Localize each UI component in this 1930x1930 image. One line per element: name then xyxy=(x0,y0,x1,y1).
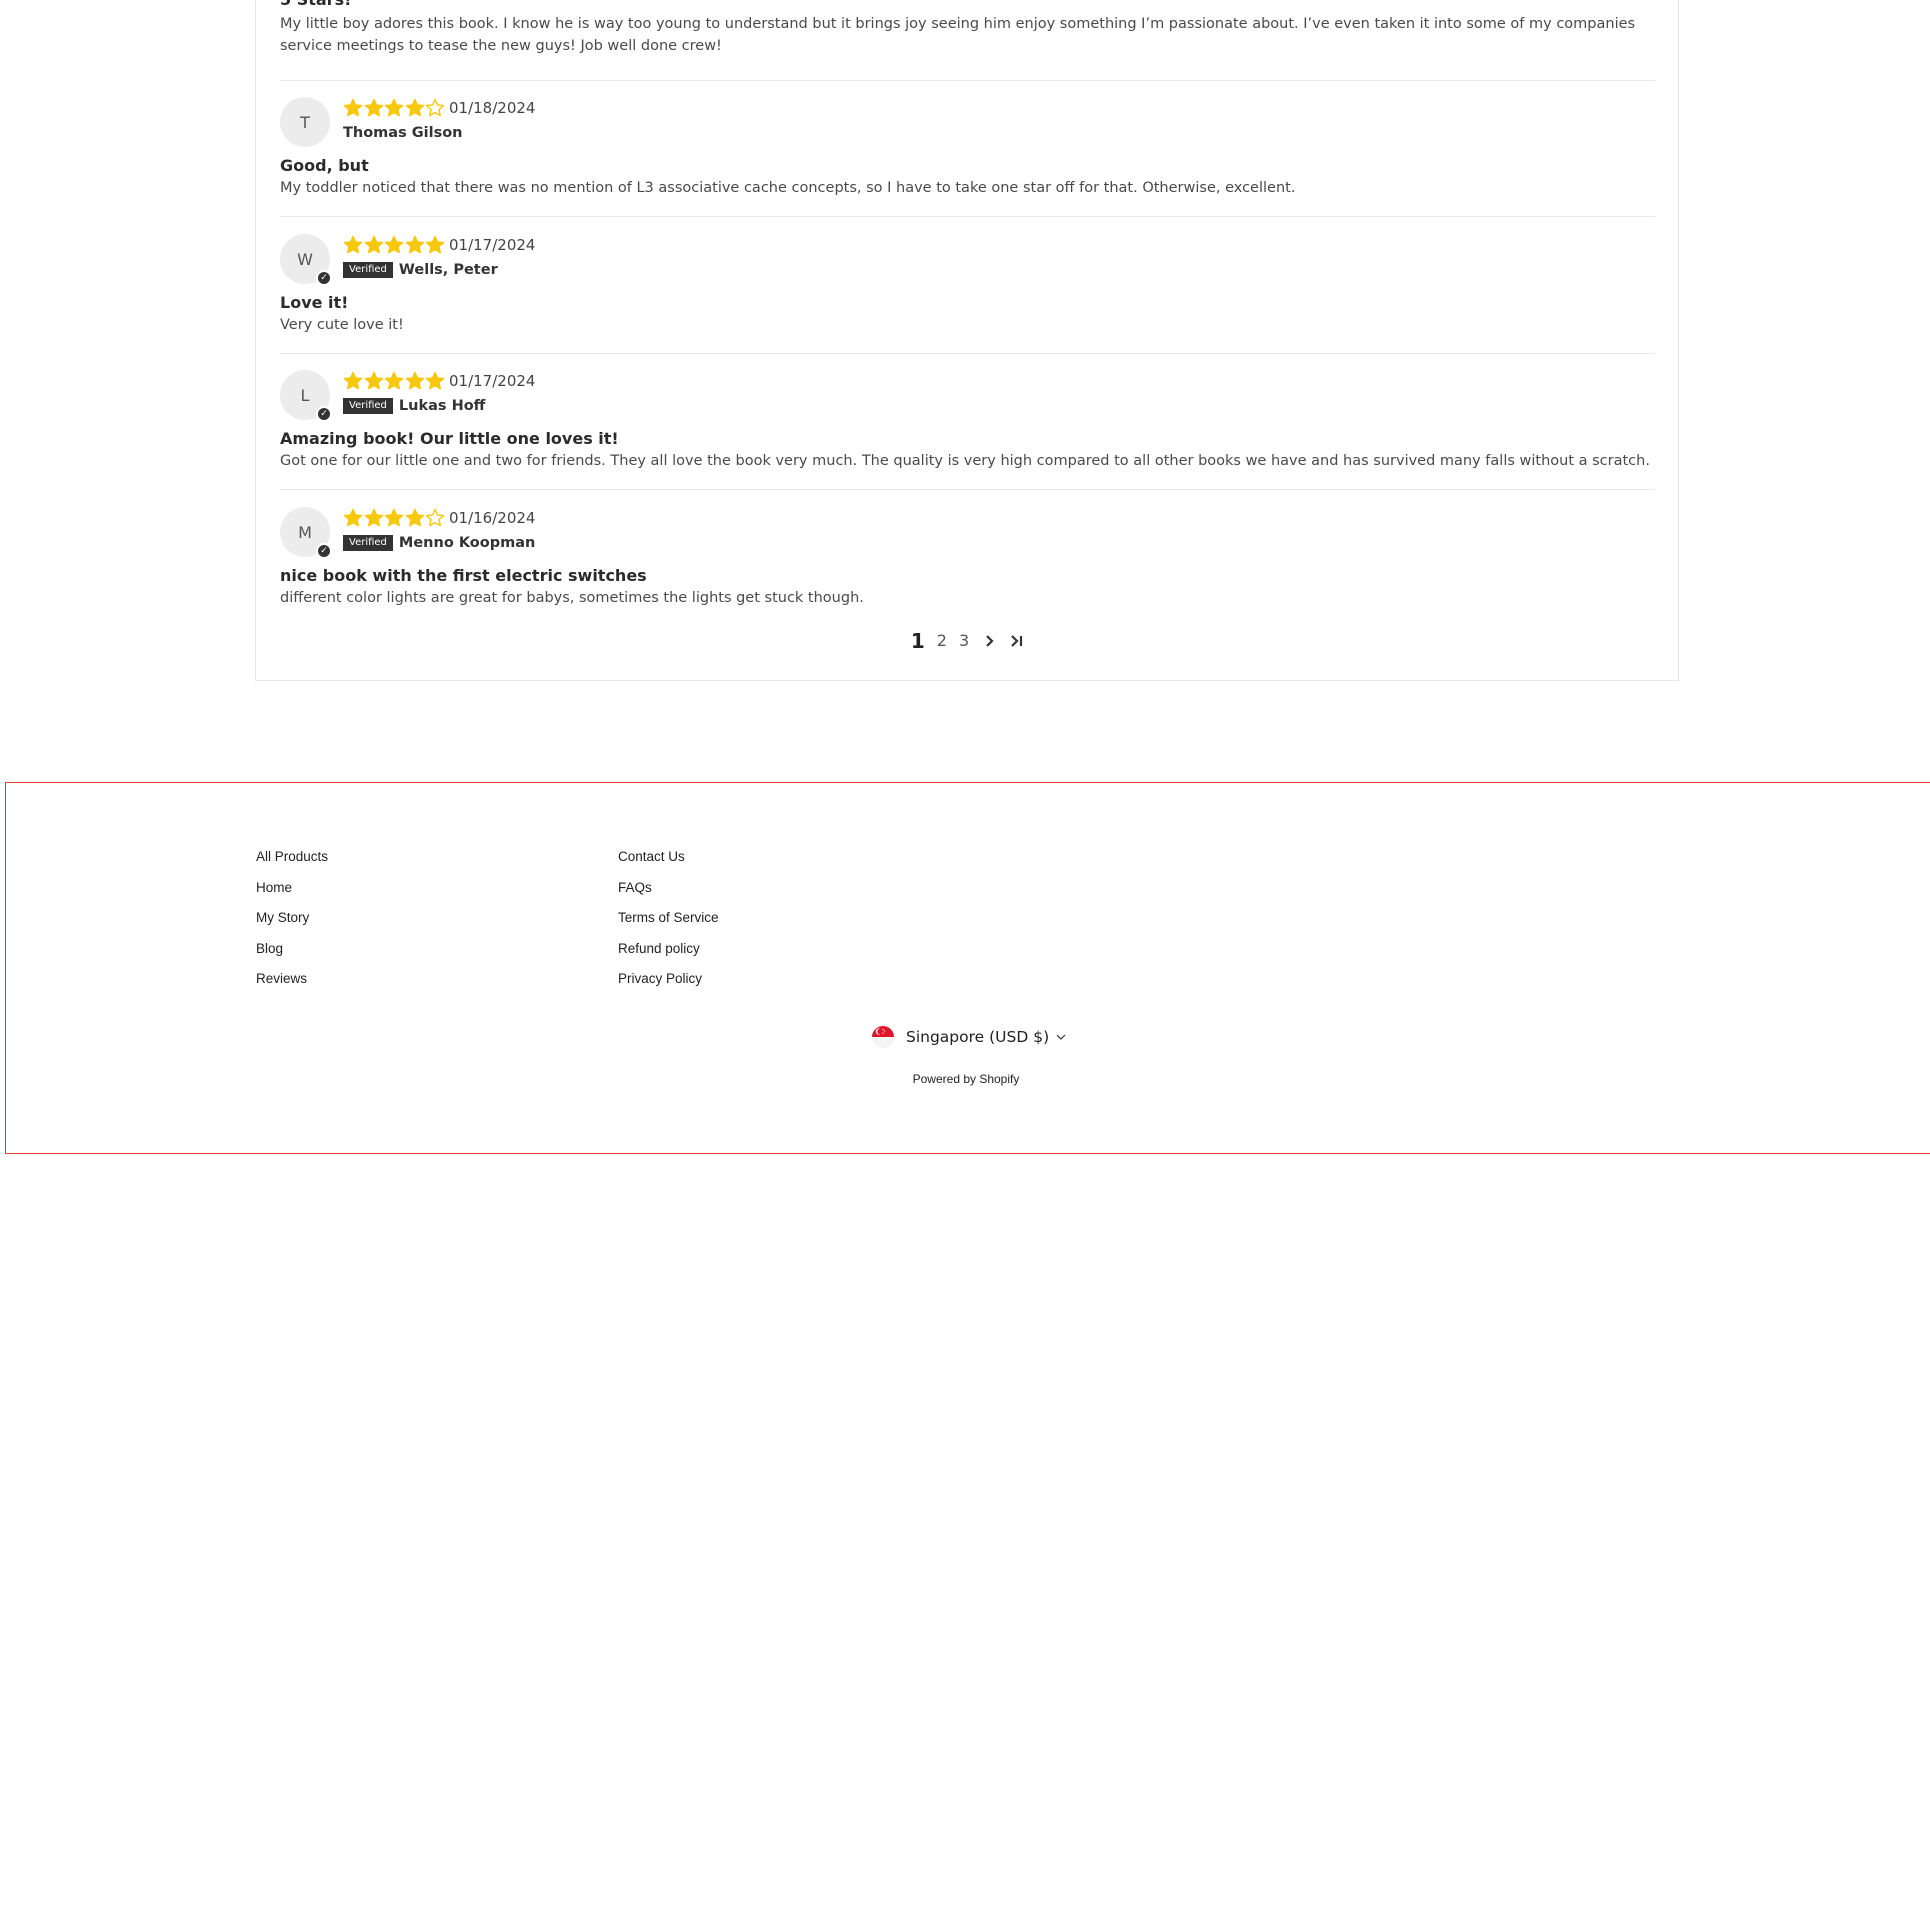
star-filled-icon xyxy=(364,235,383,254)
footer-column-info: Contact Us FAQs Terms of Service Refund … xyxy=(618,849,719,1002)
review-date: 01/17/2024 xyxy=(449,372,536,390)
avatar-initial: T xyxy=(300,112,310,132)
star-filled-icon xyxy=(364,371,383,390)
author-name: Thomas Gilson xyxy=(343,125,463,141)
verified-check-icon: ✓ xyxy=(316,543,332,559)
star-filled-icon xyxy=(384,508,404,527)
review-title: Love it! xyxy=(280,293,349,312)
avatar: T xyxy=(280,97,330,147)
singapore-flag-icon xyxy=(872,1026,894,1048)
footer-link-faqs[interactable]: FAQs xyxy=(618,880,719,896)
next-page-icon[interactable] xyxy=(981,633,997,649)
star-filled-icon xyxy=(384,98,404,117)
review-title: 5 Stars! xyxy=(280,0,1655,10)
review-body: My little boy adores this book. I know h… xyxy=(280,16,1636,54)
review-body: My toddler noticed that there was no men… xyxy=(280,180,1296,196)
star-rating xyxy=(343,508,446,528)
review-title: Amazing book! Our little one loves it! xyxy=(280,429,619,448)
verified-badge: Verified xyxy=(343,535,393,551)
star-filled-icon xyxy=(405,508,424,527)
review-divider xyxy=(280,216,1655,217)
avatar-initial: W xyxy=(297,249,313,269)
avatar-initial: M xyxy=(298,522,312,542)
star-empty-icon xyxy=(425,98,445,117)
star-filled-icon xyxy=(425,371,445,390)
star-filled-icon xyxy=(343,98,363,117)
star-rating xyxy=(343,98,446,118)
footer-link-reviews[interactable]: Reviews xyxy=(256,971,328,987)
star-filled-icon xyxy=(343,235,363,254)
review-body: different color lights are great for bab… xyxy=(280,590,864,606)
star-empty-icon xyxy=(425,508,445,527)
verified-badge: Verified xyxy=(343,262,393,278)
footer-link-all-products[interactable]: All Products xyxy=(256,849,328,865)
page-1-current[interactable]: 1 xyxy=(911,629,925,653)
footer-link-contact-us[interactable]: Contact Us xyxy=(618,849,719,865)
verified-check-icon: ✓ xyxy=(316,406,332,422)
footer-link-terms-of-service[interactable]: Terms of Service xyxy=(618,910,719,926)
review-title: nice book with the first electric switch… xyxy=(280,566,647,585)
star-filled-icon xyxy=(343,508,363,527)
review-date: 01/18/2024 xyxy=(449,99,536,117)
star-filled-icon xyxy=(405,98,424,117)
review-divider xyxy=(280,353,1655,354)
powered-by-shopify-link[interactable]: Powered by Shopify xyxy=(913,1072,1020,1086)
star-rating xyxy=(343,235,446,255)
footer-link-home[interactable]: Home xyxy=(256,880,328,896)
page: 5 Stars! My little boy adores this book.… xyxy=(0,0,1930,1930)
footer-link-refund-policy[interactable]: Refund policy xyxy=(618,941,719,957)
review-date: 01/17/2024 xyxy=(449,236,536,254)
verified-badge: Verified xyxy=(343,398,393,414)
avatar-initial: L xyxy=(300,385,310,405)
author-name: Lukas Hoff xyxy=(398,398,486,414)
footer-link-blog[interactable]: Blog xyxy=(256,941,328,957)
currency-label: Singapore (USD $) xyxy=(906,1028,1050,1046)
review-title: Good, but xyxy=(280,156,369,175)
star-filled-icon xyxy=(384,371,404,390)
footer: All Products Home My Story Blog Reviews … xyxy=(5,782,1930,1154)
review-item: T 01/18/2024 Thomas Gilson Good, but My … xyxy=(280,97,1655,199)
footer-link-privacy-policy[interactable]: Privacy Policy xyxy=(618,971,719,987)
review-body: Got one for our little one and two for f… xyxy=(280,453,1650,469)
star-filled-icon xyxy=(364,508,383,527)
last-page-icon[interactable] xyxy=(1009,633,1025,649)
review-divider xyxy=(280,80,1655,81)
review-item: M ✓ 01/16/2024 Verified Menno Koopman ni… xyxy=(280,507,1655,609)
author-row: Verified Wells, Peter xyxy=(343,260,498,280)
star-filled-icon xyxy=(364,98,383,117)
currency-selector[interactable]: Singapore (USD $) xyxy=(872,1026,1067,1048)
page-3-link[interactable]: 3 xyxy=(959,629,969,653)
review-body: Very cute love it! xyxy=(280,317,404,333)
review-item: L ✓ 01/17/2024 Verified Lukas Hoff Amazi… xyxy=(280,370,1655,472)
avatar: M ✓ xyxy=(280,507,332,559)
author-row: Verified Menno Koopman xyxy=(343,533,535,553)
chevron-down-icon xyxy=(1056,1034,1066,1040)
star-rating xyxy=(343,371,446,391)
author-row: Verified Lukas Hoff xyxy=(343,396,485,416)
footer-link-my-story[interactable]: My Story xyxy=(256,910,328,926)
review-date: 01/16/2024 xyxy=(449,509,536,527)
page-2-link[interactable]: 2 xyxy=(937,629,947,653)
author-name: Wells, Peter xyxy=(398,262,498,278)
avatar: L ✓ xyxy=(280,370,332,422)
review-item: 5 Stars! My little boy adores this book.… xyxy=(280,0,1655,57)
verified-check-icon: ✓ xyxy=(316,270,332,286)
reviews-panel: 5 Stars! My little boy adores this book.… xyxy=(255,0,1679,681)
star-filled-icon xyxy=(405,235,424,254)
star-filled-icon xyxy=(343,371,363,390)
review-divider xyxy=(280,489,1655,490)
star-filled-icon xyxy=(405,371,424,390)
star-filled-icon xyxy=(384,235,404,254)
avatar: W ✓ xyxy=(280,234,332,286)
author-name: Menno Koopman xyxy=(398,535,536,551)
review-item: W ✓ 01/17/2024 Verified Wells, Peter Lov… xyxy=(280,234,1655,336)
author-row: Thomas Gilson xyxy=(343,123,463,143)
star-filled-icon xyxy=(425,235,445,254)
footer-column-shop: All Products Home My Story Blog Reviews xyxy=(256,849,328,1002)
pagination: 1 2 3 xyxy=(256,629,1680,653)
powered-by: Powered by Shopify xyxy=(6,1070,1930,1088)
